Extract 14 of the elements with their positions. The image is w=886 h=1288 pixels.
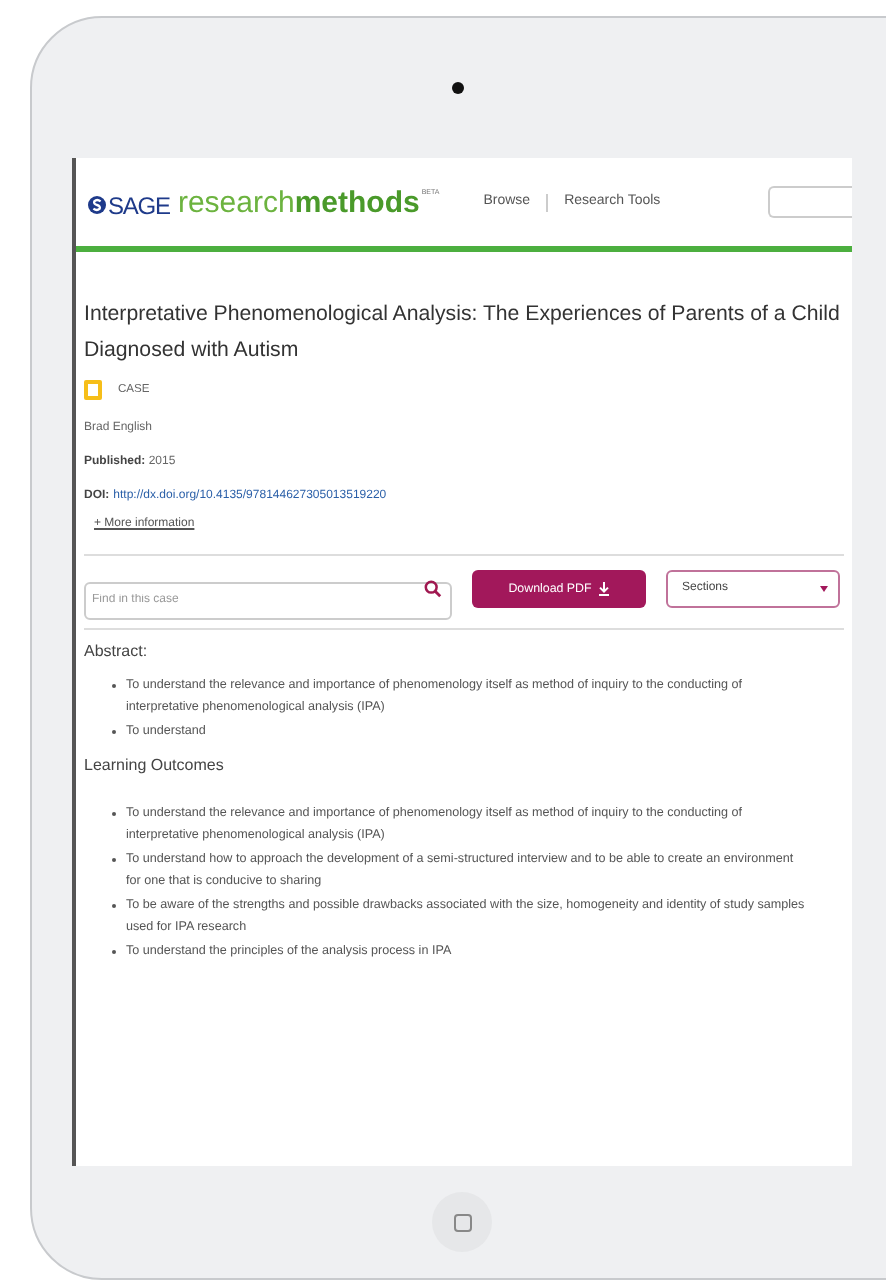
caret-icon <box>820 586 828 592</box>
search-field[interactable] <box>768 186 852 218</box>
case-icon <box>84 380 102 400</box>
logo-icon <box>88 195 106 213</box>
abstract-heading: Abstract: <box>84 640 150 664</box>
search-icon[interactable] <box>424 580 442 598</box>
article-title: Interpretative Phenomenological Analysis: The Experiences of Parents of a Child Diagnosed with Autism <box>84 300 842 366</box>
camera-icon <box>452 82 464 94</box>
logo-product: researchmethods <box>177 187 420 217</box>
home-button[interactable] <box>432 1192 492 1252</box>
logo-brand: SAGE <box>108 193 170 217</box>
square-icon <box>453 1213 471 1231</box>
learning-outcomes-heading: Learning Outcomes <box>84 754 226 778</box>
download-icon <box>597 582 610 596</box>
